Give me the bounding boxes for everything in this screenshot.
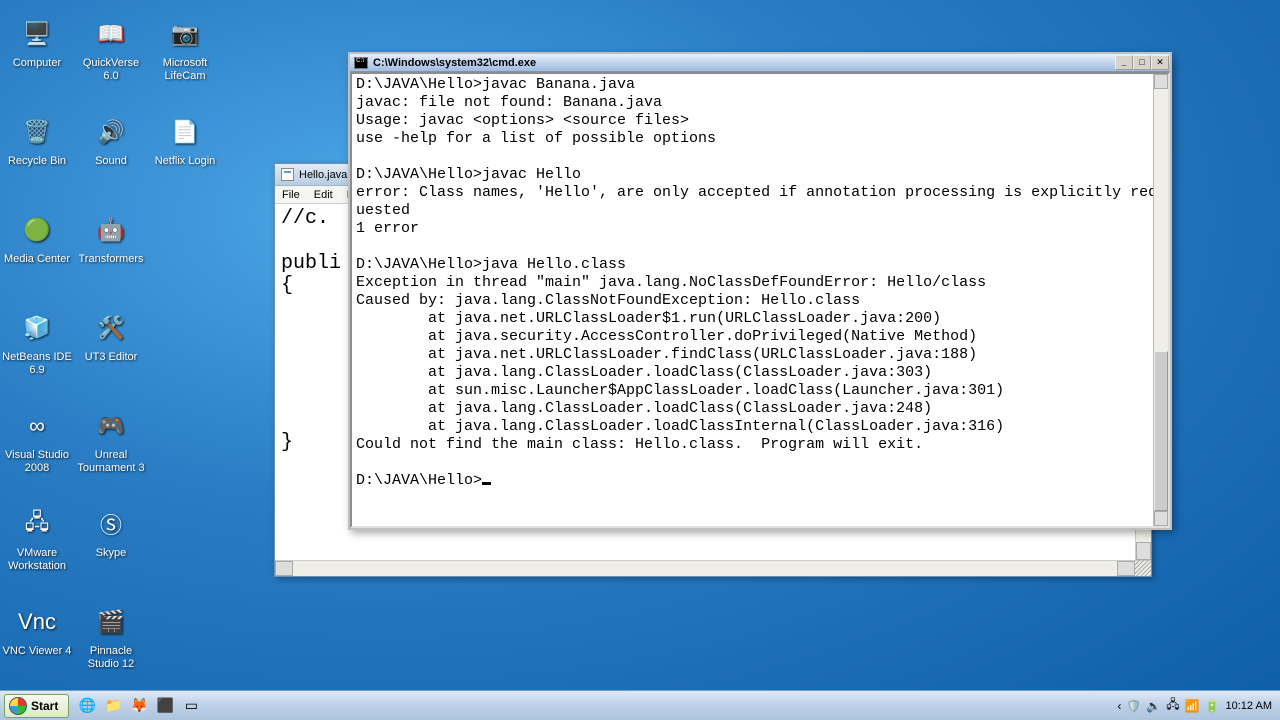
desktop-icon-microsoft-lifecam[interactable]: 📷 Microsoft LifeCam	[148, 14, 222, 82]
app-icon: ∞	[17, 406, 57, 446]
desktop-icon-sound[interactable]: 🔊 Sound	[74, 112, 148, 168]
desktop-icon-transformers[interactable]: 🤖 Transformers	[74, 210, 148, 266]
app-icon: 🤖	[91, 210, 131, 250]
cursor	[482, 482, 491, 485]
clock[interactable]: 10:12 AM	[1226, 700, 1272, 712]
icon-label: QuickVerse 6.0	[74, 57, 148, 82]
app-icon: 🟢	[17, 210, 57, 250]
app-icon: 🔊	[91, 112, 131, 152]
icon-label: Unreal Tournament 3	[74, 449, 148, 474]
app-icon: Ⓢ	[91, 504, 131, 544]
tray-network-icon[interactable]: 🖧	[1166, 695, 1179, 716]
icon-label: NetBeans IDE 6.9	[0, 351, 74, 376]
icon-label: Visual Studio 2008	[0, 449, 74, 474]
quicklaunch-firefox[interactable]: 🦊	[127, 694, 151, 718]
menu-file[interactable]: File	[275, 188, 307, 202]
tray-volume-icon[interactable]: 🔈	[1146, 699, 1161, 713]
app-icon: 🗑️	[17, 112, 57, 152]
tray-wifi-icon[interactable]: 📶	[1185, 699, 1200, 713]
icon-label: Microsoft LifeCam	[148, 57, 222, 82]
notepad-scroll-horizontal[interactable]	[275, 560, 1151, 576]
desktop-icon-quickverse-6-0[interactable]: 📖 QuickVerse 6.0	[74, 14, 148, 82]
desktop-icon-netflix-login[interactable]: 📄 Netflix Login	[148, 112, 222, 168]
desktop-icon-vnc-viewer-4[interactable]: Vnc VNC Viewer 4	[0, 602, 74, 658]
desktop-icon-netbeans-ide-6-9[interactable]: 🧊 NetBeans IDE 6.9	[0, 308, 74, 376]
quicklaunch-ie[interactable]: 🌐	[75, 694, 99, 718]
resize-grip[interactable]	[1135, 560, 1151, 576]
icon-label: Computer	[13, 57, 61, 70]
minimize-button[interactable]: _	[1115, 55, 1133, 70]
tray-battery-icon[interactable]: 🔋	[1205, 699, 1220, 713]
app-icon: 🎮	[91, 406, 131, 446]
tray-shield-icon[interactable]: 🛡️	[1126, 699, 1141, 713]
app-icon: 🎬	[91, 602, 131, 642]
icon-label: Skype	[96, 547, 127, 560]
icon-label: VNC Viewer 4	[3, 645, 72, 658]
desktop-icon-recycle-bin[interactable]: 🗑️ Recycle Bin	[0, 112, 74, 168]
desktop-icon-unreal-tournament-3[interactable]: 🎮 Unreal Tournament 3	[74, 406, 148, 474]
app-icon: 📷	[165, 14, 205, 54]
desktop-icon-pinnacle-studio-12[interactable]: 🎬 Pinnacle Studio 12	[74, 602, 148, 670]
start-button[interactable]: Start	[4, 694, 69, 718]
maximize-button[interactable]: □	[1133, 55, 1151, 70]
app-icon: Vnc	[17, 602, 57, 642]
windows-logo-icon	[9, 697, 27, 715]
icon-label: Netflix Login	[155, 155, 216, 168]
cmd-scrollbar[interactable]	[1153, 74, 1168, 526]
quicklaunch-show-desktop[interactable]: ▭	[179, 694, 203, 718]
app-icon: 🛠️	[91, 308, 131, 348]
scroll-up-icon[interactable]	[1154, 74, 1168, 89]
app-icon: 📖	[91, 14, 131, 54]
icon-label: Media Center	[4, 253, 70, 266]
app-icon: 🧊	[17, 308, 57, 348]
icon-label: Sound	[95, 155, 127, 168]
cmd-output: D:\JAVA\Hello>javac Banana.java javac: f…	[352, 74, 1168, 492]
menu-edit[interactable]: Edit	[307, 188, 340, 202]
desktop-icon-visual-studio-2008[interactable]: ∞ Visual Studio 2008	[0, 406, 74, 474]
cmd-title-text: C:\Windows\system32\cmd.exe	[373, 57, 1115, 69]
desktop-icon-vmware-workstation[interactable]: 🖧 VMware Workstation	[0, 504, 74, 572]
start-label: Start	[31, 699, 58, 713]
icon-label: Transformers	[79, 253, 144, 266]
cmd-window[interactable]: C:\Windows\system32\cmd.exe _ □ ✕ D:\JAV…	[348, 52, 1172, 530]
desktop-icon-skype[interactable]: Ⓢ Skype	[74, 504, 148, 560]
close-button[interactable]: ✕	[1151, 55, 1169, 70]
quick-launch: 🌐📁🦊⬛▭	[75, 694, 203, 718]
scroll-thumb[interactable]	[1154, 351, 1168, 511]
system-tray: ‹ 🛡️ 🔈 🖧 📶 🔋 10:12 AM	[1117, 695, 1280, 716]
cmd-titlebar[interactable]: C:\Windows\system32\cmd.exe _ □ ✕	[350, 54, 1170, 72]
app-icon: 🖧	[17, 504, 57, 544]
scroll-down-icon[interactable]	[1154, 511, 1168, 526]
icon-label: Recycle Bin	[8, 155, 66, 168]
taskbar: Start 🌐📁🦊⬛▭ ‹ 🛡️ 🔈 🖧 📶 🔋 10:12 AM	[0, 690, 1280, 720]
app-icon: 🖥️	[17, 14, 57, 54]
app-icon: 📄	[165, 112, 205, 152]
quicklaunch-cmd[interactable]: ⬛	[153, 694, 177, 718]
icon-label: Pinnacle Studio 12	[74, 645, 148, 670]
desktop-icon-ut3-editor[interactable]: 🛠️ UT3 Editor	[74, 308, 148, 364]
cmd-icon	[354, 57, 368, 69]
tray-chevron-icon[interactable]: ‹	[1117, 699, 1121, 713]
icon-label: UT3 Editor	[85, 351, 138, 364]
quicklaunch-explorer[interactable]: 📁	[101, 694, 125, 718]
cmd-body[interactable]: D:\JAVA\Hello>javac Banana.java javac: f…	[350, 72, 1170, 528]
desktop-icon-media-center[interactable]: 🟢 Media Center	[0, 210, 74, 266]
notepad-icon	[281, 168, 294, 181]
icon-label: VMware Workstation	[0, 547, 74, 572]
desktop-icon-computer[interactable]: 🖥️ Computer	[0, 14, 74, 70]
notepad-title-text: Hello.java	[299, 169, 347, 181]
